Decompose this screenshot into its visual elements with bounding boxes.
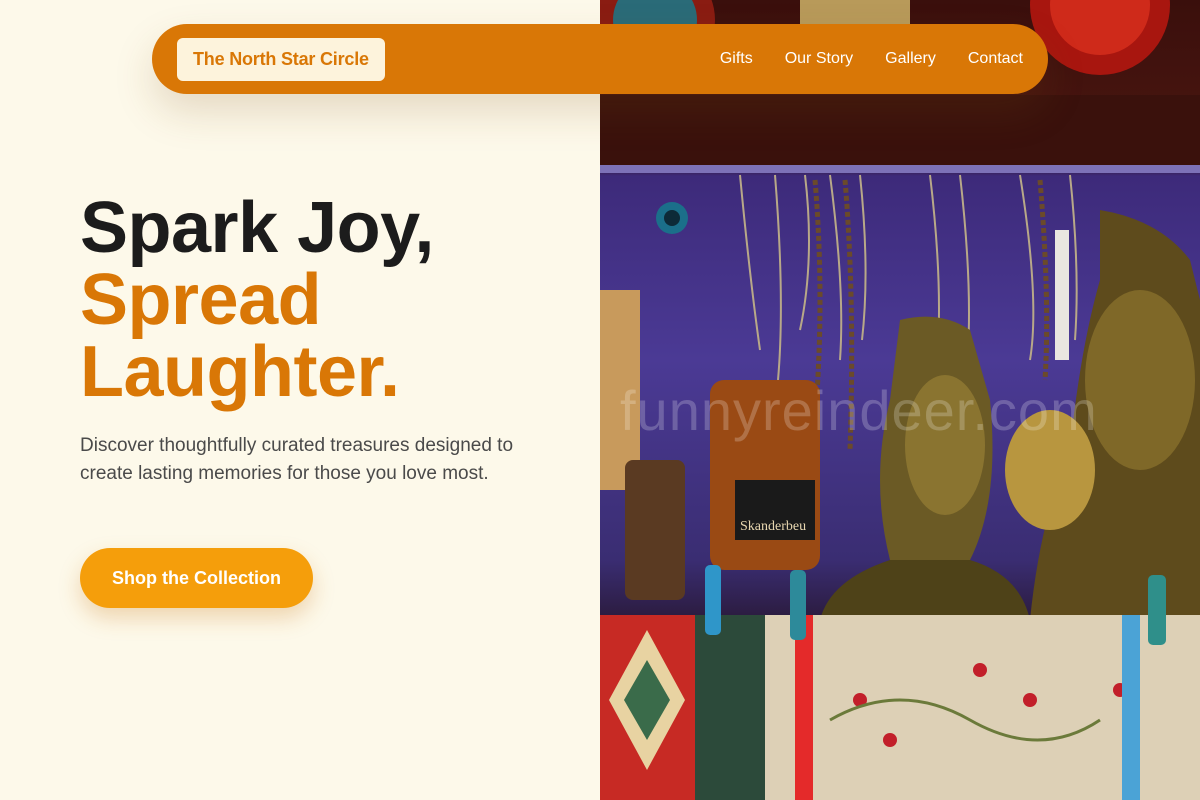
hero-title-line1: Spark Joy,	[80, 188, 434, 268]
shop-collection-button[interactable]: Shop the Collection	[80, 548, 313, 608]
nav-links: Gifts Our Story Gallery Contact	[720, 50, 1023, 68]
hero-title-line3: Laughter.	[80, 332, 400, 412]
nav-link-gallery[interactable]: Gallery	[885, 50, 936, 68]
embroidered-textiles	[600, 615, 1200, 800]
nav-link-our-story[interactable]: Our Story	[785, 50, 853, 68]
nav-link-gifts[interactable]: Gifts	[720, 50, 753, 68]
clothespin	[1148, 575, 1166, 645]
watermark: funnyreindeer.com	[620, 379, 1098, 442]
svg-text:Skanderbeu: Skanderbeu	[740, 519, 806, 534]
hero-title-line2: Spread	[80, 260, 322, 340]
hero-description: Discover thoughtfully curated treasures …	[80, 435, 514, 484]
clothespin	[705, 565, 721, 635]
clothespin	[790, 570, 806, 640]
navbar: The North Star Circle Gifts Our Story Ga…	[152, 24, 1048, 94]
nav-link-contact[interactable]: Contact	[968, 50, 1023, 68]
brand-logo[interactable]: The North Star Circle	[177, 37, 385, 81]
hero-title: Spark Joy, Spread Laughter.	[80, 192, 580, 408]
